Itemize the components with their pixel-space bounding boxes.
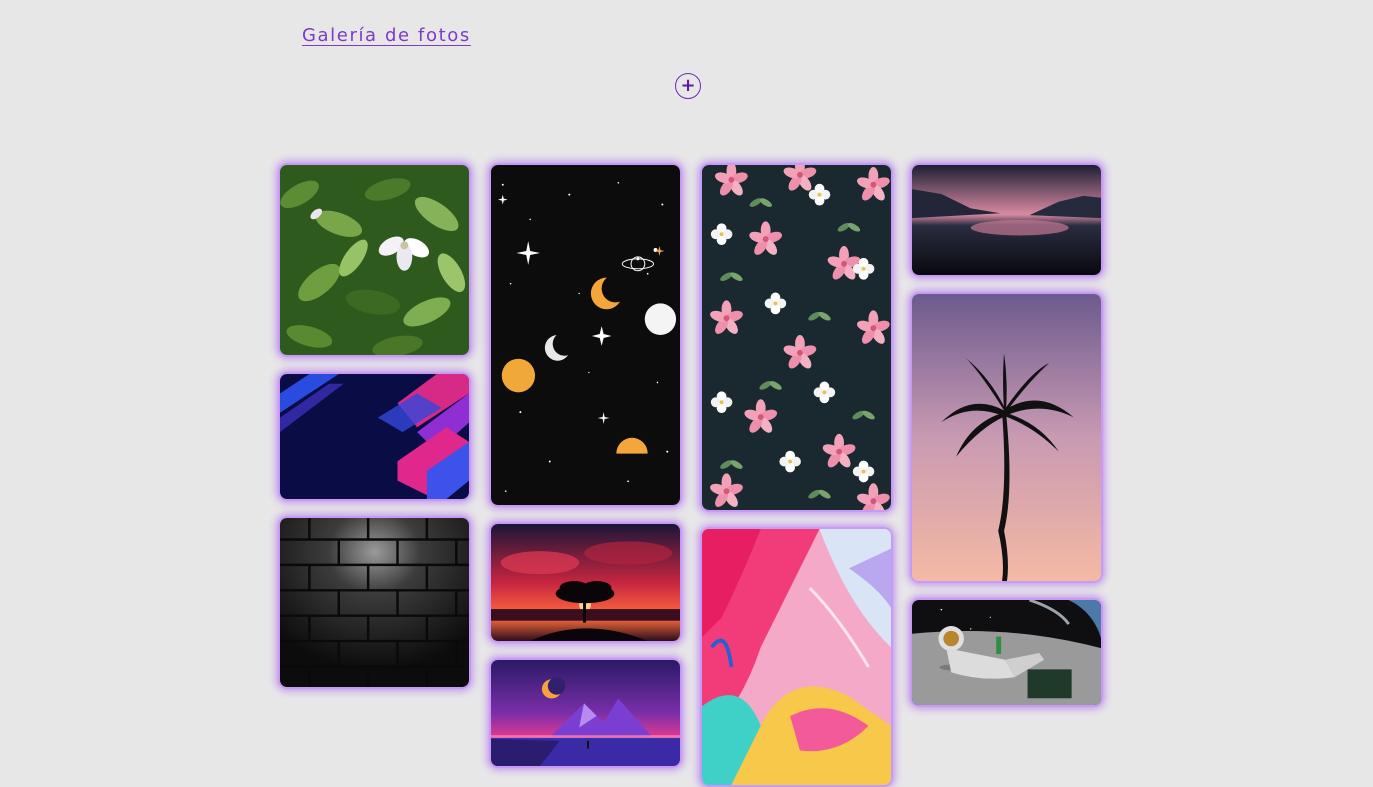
photo-dark-brick-wall[interactable] xyxy=(278,516,471,689)
photo-pink-floral-pattern[interactable] xyxy=(700,163,893,512)
photo-space-moons-stars[interactable] xyxy=(489,163,682,507)
palm-tree-pink-sky-image xyxy=(912,294,1101,581)
mountain-lake-dusk-image xyxy=(912,165,1101,275)
photo-white-flower-leaves[interactable] xyxy=(278,163,471,357)
add-photo-button[interactable]: + xyxy=(675,73,701,99)
photo-tree-red-sunset[interactable] xyxy=(489,522,682,643)
astronaut-on-moon-image xyxy=(912,600,1101,705)
photo-astronaut-on-moon[interactable] xyxy=(910,598,1103,707)
dark-brick-wall-image xyxy=(280,518,469,687)
photo-palm-tree-pink-sky[interactable] xyxy=(910,292,1103,583)
space-moons-stars-image xyxy=(491,165,680,505)
white-flower-leaves-image xyxy=(280,165,469,355)
photo-synthwave-mountains[interactable] xyxy=(489,658,682,768)
synthwave-mountains-image xyxy=(491,660,680,766)
photo-mountain-lake-dusk[interactable] xyxy=(910,163,1103,277)
photo-colorful-fluid-art[interactable] xyxy=(700,527,893,787)
photo-blue-pink-geometric[interactable] xyxy=(278,372,471,501)
tree-red-sunset-image xyxy=(491,524,680,641)
pink-floral-pattern-image xyxy=(702,165,891,510)
page-title[interactable]: Galería de fotos xyxy=(302,25,471,46)
colorful-fluid-art-image xyxy=(702,529,891,785)
blue-pink-geometric-image xyxy=(280,374,469,499)
